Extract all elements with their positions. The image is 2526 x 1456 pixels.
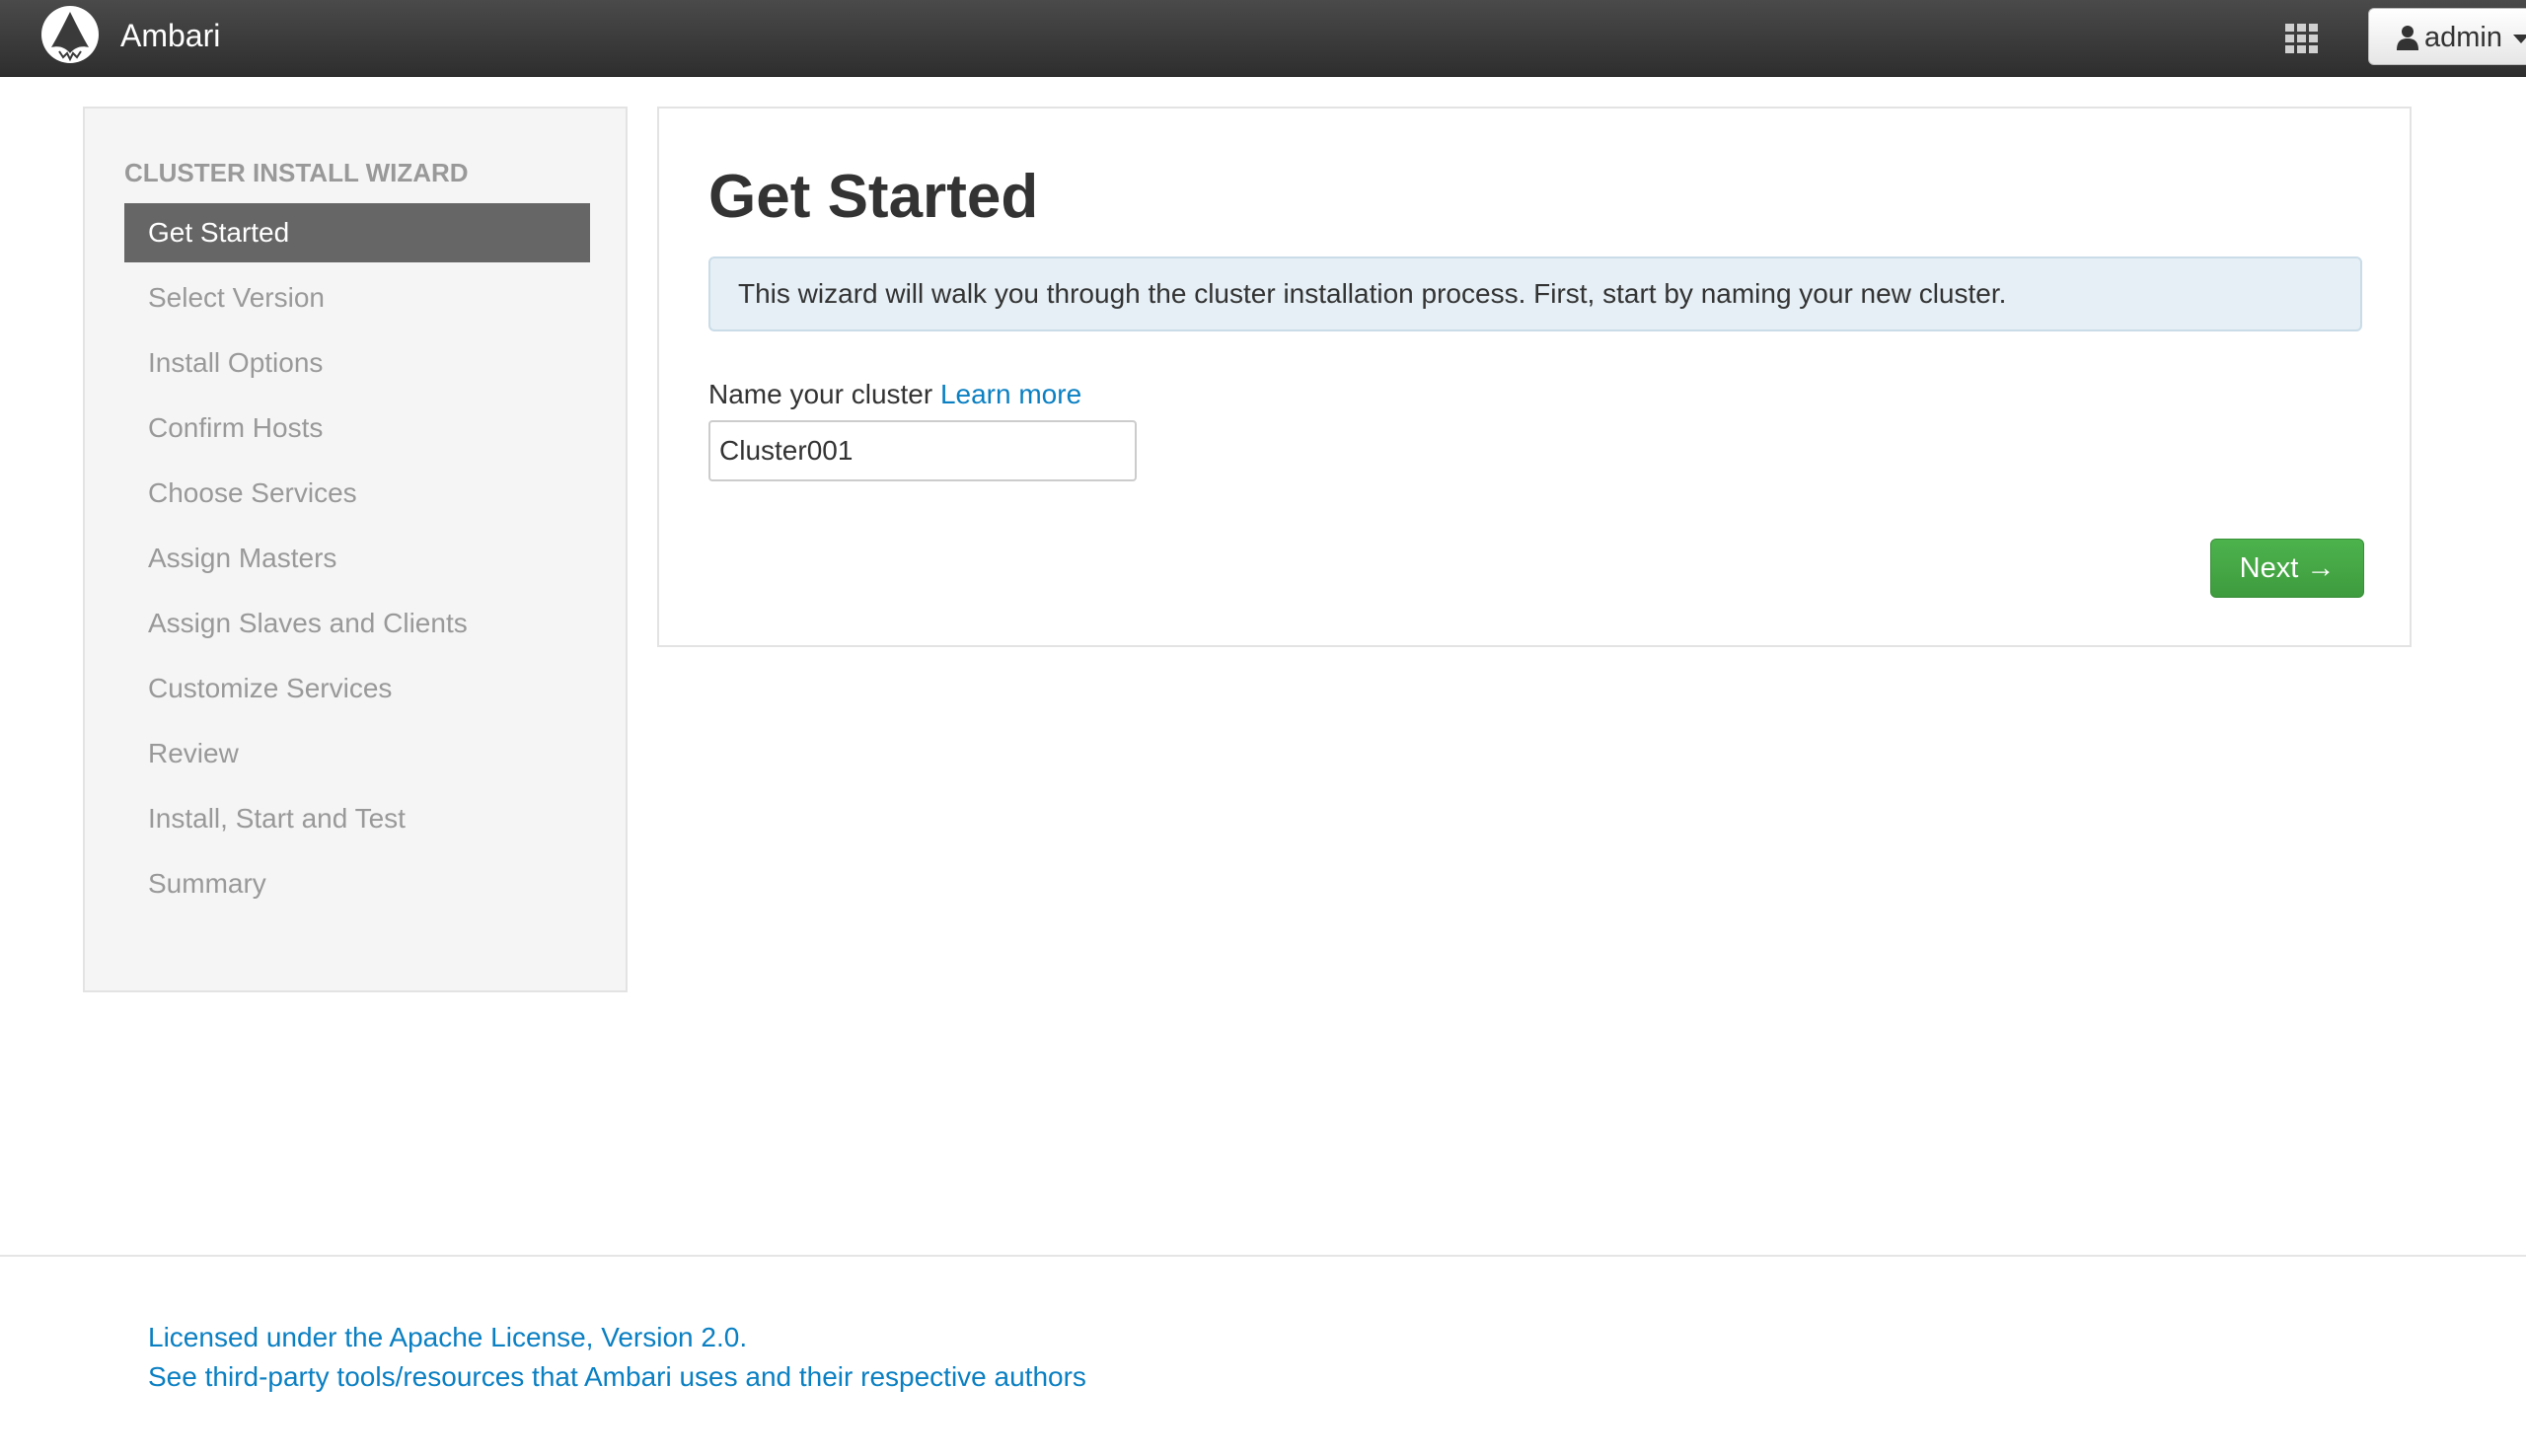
ambari-logo-icon[interactable] <box>39 4 101 65</box>
footer: Licensed under the Apache License, Versi… <box>148 1318 1086 1397</box>
cluster-name-label-text: Name your cluster <box>708 379 933 409</box>
wizard-step-customize-services[interactable]: Customize Services <box>124 659 590 718</box>
learn-more-link[interactable]: Learn more <box>940 379 1081 409</box>
info-alert: This wizard will walk you through the cl… <box>708 256 2362 331</box>
top-navbar: Ambari admin <box>0 0 2526 77</box>
next-button[interactable]: Next → <box>2210 539 2364 598</box>
wizard-step-summary[interactable]: Summary <box>124 854 590 913</box>
wizard-step-assign-masters[interactable]: Assign Masters <box>124 529 590 588</box>
wizard-steps-list: Get Started Select Version Install Optio… <box>124 203 590 919</box>
user-menu-button[interactable]: admin <box>2368 8 2526 65</box>
wizard-step-confirm-hosts[interactable]: Confirm Hosts <box>124 399 590 458</box>
footer-divider <box>0 1255 2526 1257</box>
wizard-step-get-started[interactable]: Get Started <box>124 203 590 262</box>
wizard-step-select-version[interactable]: Select Version <box>124 268 590 328</box>
brand-name[interactable]: Ambari <box>120 16 220 55</box>
cluster-name-input[interactable] <box>708 420 1137 481</box>
wizard-sidebar: CLUSTER INSTALL WIZARD Get Started Selec… <box>83 107 628 992</box>
third-party-link[interactable]: See third-party tools/resources that Amb… <box>148 1357 1086 1397</box>
chevron-down-icon <box>2513 35 2526 43</box>
main-content-panel: Get Started This wizard will walk you th… <box>657 107 2412 647</box>
wizard-step-install-options[interactable]: Install Options <box>124 333 590 393</box>
grid-apps-icon[interactable] <box>2283 20 2321 57</box>
wizard-step-review[interactable]: Review <box>124 724 590 783</box>
license-link[interactable]: Licensed under the Apache License, Versi… <box>148 1318 1086 1357</box>
cluster-name-label: Name your cluster Learn more <box>708 377 1081 412</box>
user-icon <box>2397 26 2418 50</box>
sidebar-header: CLUSTER INSTALL WIZARD <box>124 158 469 187</box>
wizard-step-assign-slaves-and-clients[interactable]: Assign Slaves and Clients <box>124 594 590 653</box>
wizard-step-install-start-test[interactable]: Install, Start and Test <box>124 789 590 848</box>
page-title: Get Started <box>708 163 1039 231</box>
user-name: admin <box>2424 22 2502 53</box>
wizard-step-choose-services[interactable]: Choose Services <box>124 464 590 523</box>
